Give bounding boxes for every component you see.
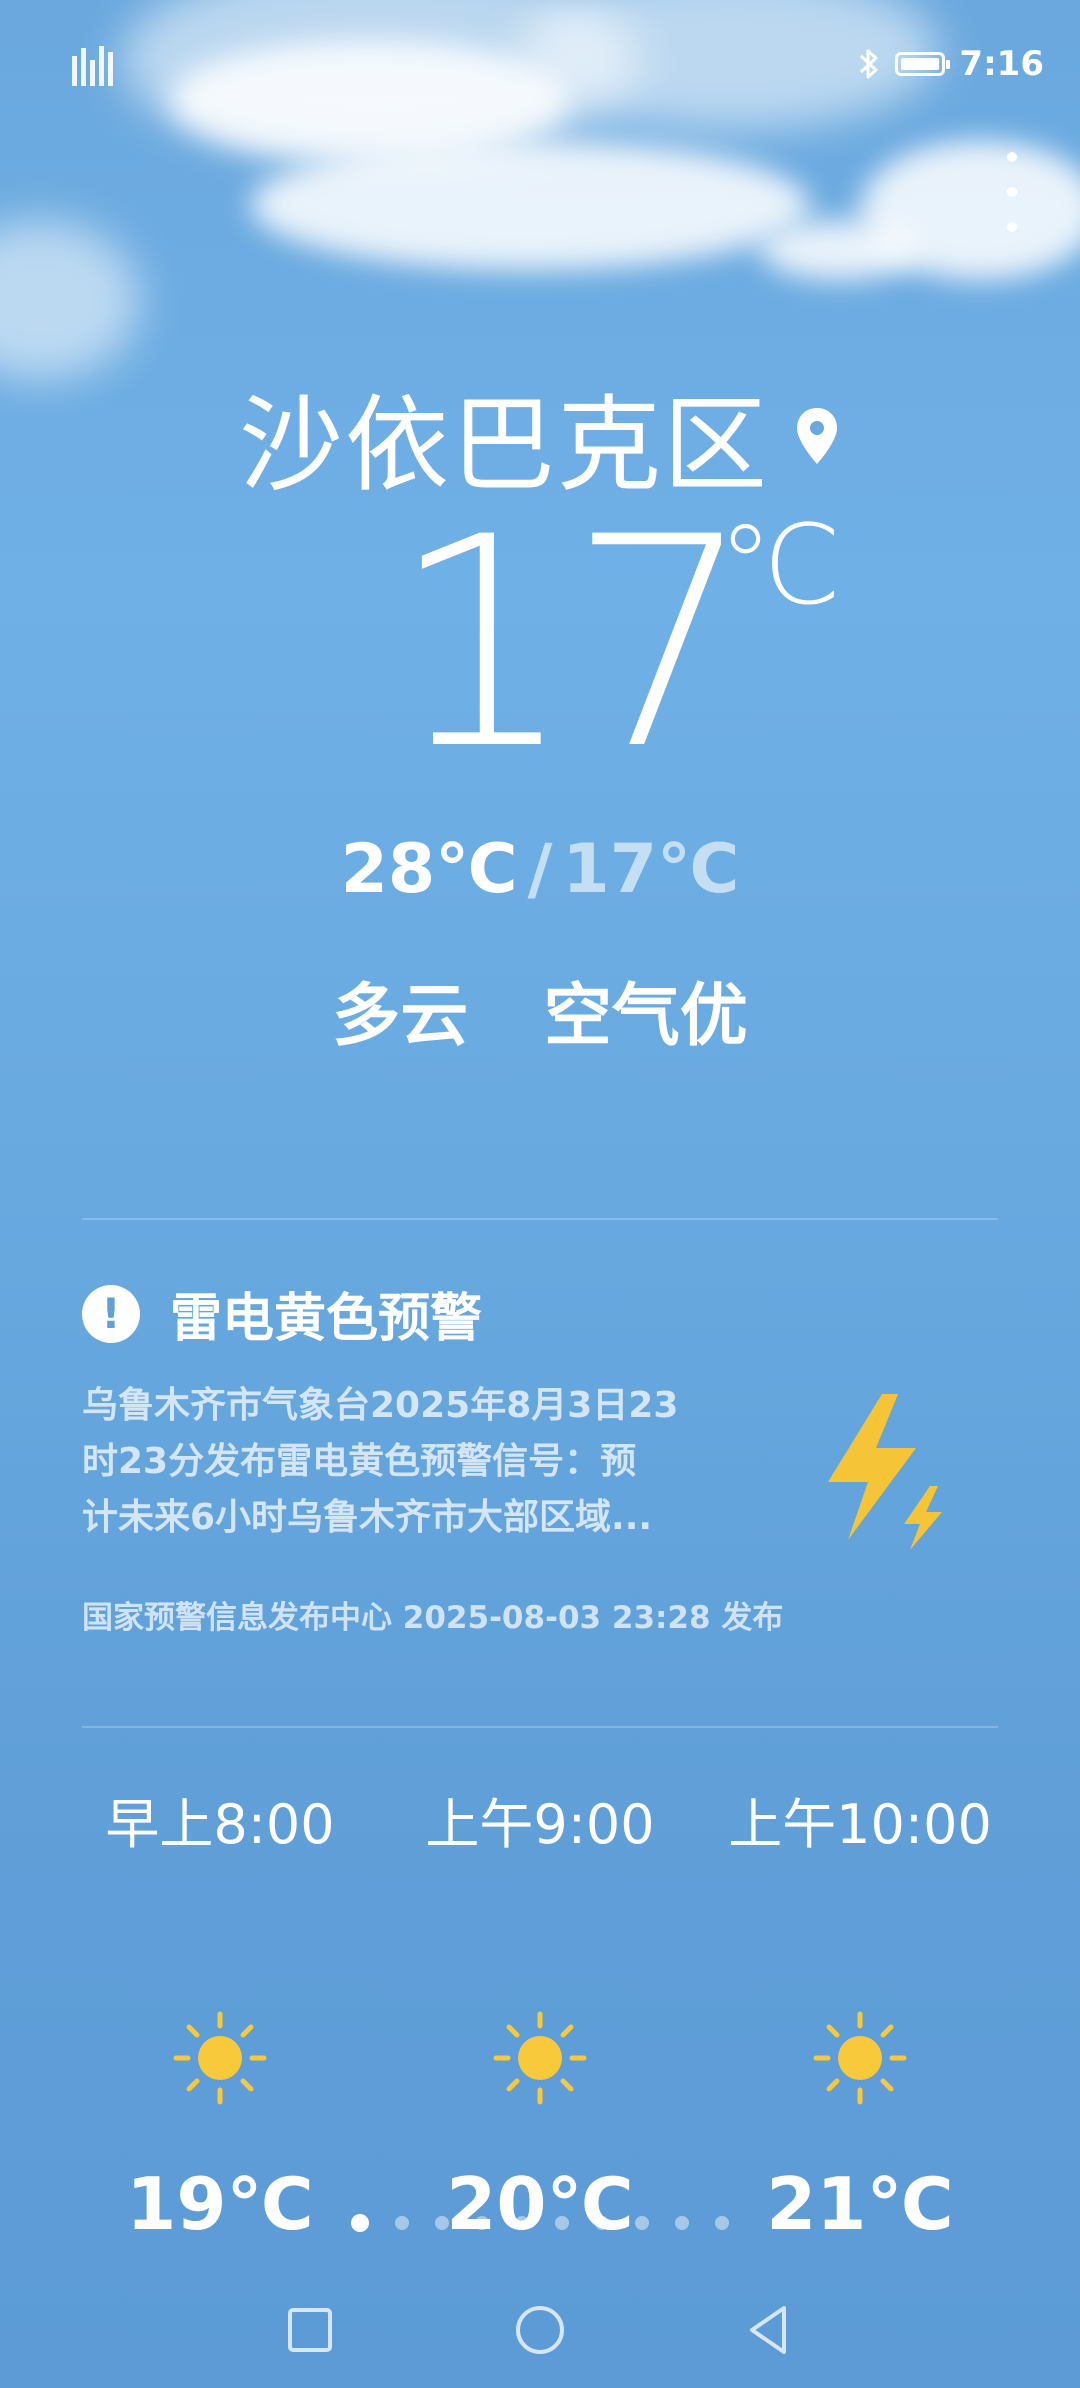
sun-icon	[493, 2011, 587, 2105]
hour-time: 上午10:00	[728, 1793, 992, 1856]
page-dot[interactable]	[595, 2216, 609, 2230]
low-temp: 17℃	[562, 830, 740, 909]
alert-line: 乌鲁木齐市气象台2025年8月3日23	[82, 1385, 679, 1426]
recent-apps-icon[interactable]	[280, 2300, 340, 2360]
status-time: 7:16	[959, 44, 1044, 84]
high-temp: 28℃	[340, 830, 518, 909]
hour-time: 早上8:00	[105, 1793, 335, 1856]
battery-icon	[895, 52, 951, 76]
more-menu-icon[interactable]	[1000, 152, 1024, 232]
current-temperature: 17	[390, 476, 753, 813]
back-icon[interactable]	[740, 2300, 800, 2360]
page-dot[interactable]	[635, 2216, 649, 2230]
bluetooth-icon	[860, 49, 878, 79]
hour-temp: 19℃	[126, 2162, 314, 2246]
location-pin-icon	[797, 407, 837, 464]
hour-time: 上午9:00	[425, 1793, 655, 1856]
page-dot[interactable]	[475, 2216, 489, 2230]
sun-icon	[813, 2011, 907, 2105]
alert-line: 计未来6小时乌鲁木齐市大部区域...	[82, 1497, 653, 1538]
page-dot[interactable]	[435, 2216, 449, 2230]
page-dot[interactable]	[515, 2216, 529, 2230]
weather-screen: 7:16 沙依巴克区 17 ℃ 28℃/17℃ 多云 空气优 ! 雷电黄色预警 …	[0, 0, 1080, 2388]
temperature-unit: ℃	[718, 501, 842, 629]
air-quality: 空气优	[543, 977, 748, 1056]
home-icon[interactable]	[510, 2300, 570, 2360]
system-navigation-bar	[0, 2300, 1080, 2366]
lightning-bolt-icon	[828, 1394, 942, 1550]
alert-line: 时23分发布雷电黄色预警信号：预	[82, 1441, 637, 1482]
hour-temp: 20℃	[446, 2162, 634, 2246]
page-dot[interactable]	[395, 2216, 409, 2230]
page-dot[interactable]	[715, 2216, 729, 2230]
page-dot[interactable]	[675, 2216, 689, 2230]
weather-condition: 多云	[332, 977, 469, 1056]
page-indicator[interactable]	[0, 2214, 1080, 2232]
signal-icon	[72, 46, 113, 86]
alert-description: 乌鲁木齐市气象台2025年8月3日23 时23分发布雷电黄色预警信号：预 计未来…	[82, 1378, 742, 1546]
hourly-item: 上午10:00 21℃	[700, 1780, 1020, 2246]
alert-source: 国家预警信息发布中心 2025-08-03 23:28 发布	[82, 1600, 784, 1636]
condition-row[interactable]: 多云 空气优	[0, 960, 1080, 1059]
divider-top	[82, 1218, 998, 1220]
high-low-temperature: 28℃/17℃	[0, 830, 1080, 909]
hilo-separator: /	[527, 830, 553, 909]
hourly-forecast[interactable]: 早上8:00 19℃ 上午9:00 20℃ 上午10:00 21℃	[60, 1780, 1020, 2246]
divider-bottom	[82, 1726, 998, 1728]
status-bar-right: 7:16	[857, 40, 1044, 88]
page-dot[interactable]	[555, 2216, 569, 2230]
hourly-item: 早上8:00 19℃	[60, 1780, 380, 2246]
alert-exclamation-icon: !	[82, 1284, 140, 1343]
sun-icon	[173, 2011, 267, 2105]
hour-temp: 21℃	[766, 2162, 954, 2246]
alert-header: ! 雷电黄色预警	[82, 1276, 482, 1351]
hourly-item: 上午9:00 20℃	[380, 1780, 700, 2246]
page-dot[interactable]	[351, 2214, 369, 2232]
alert-title: 雷电黄色预警	[170, 1289, 483, 1349]
